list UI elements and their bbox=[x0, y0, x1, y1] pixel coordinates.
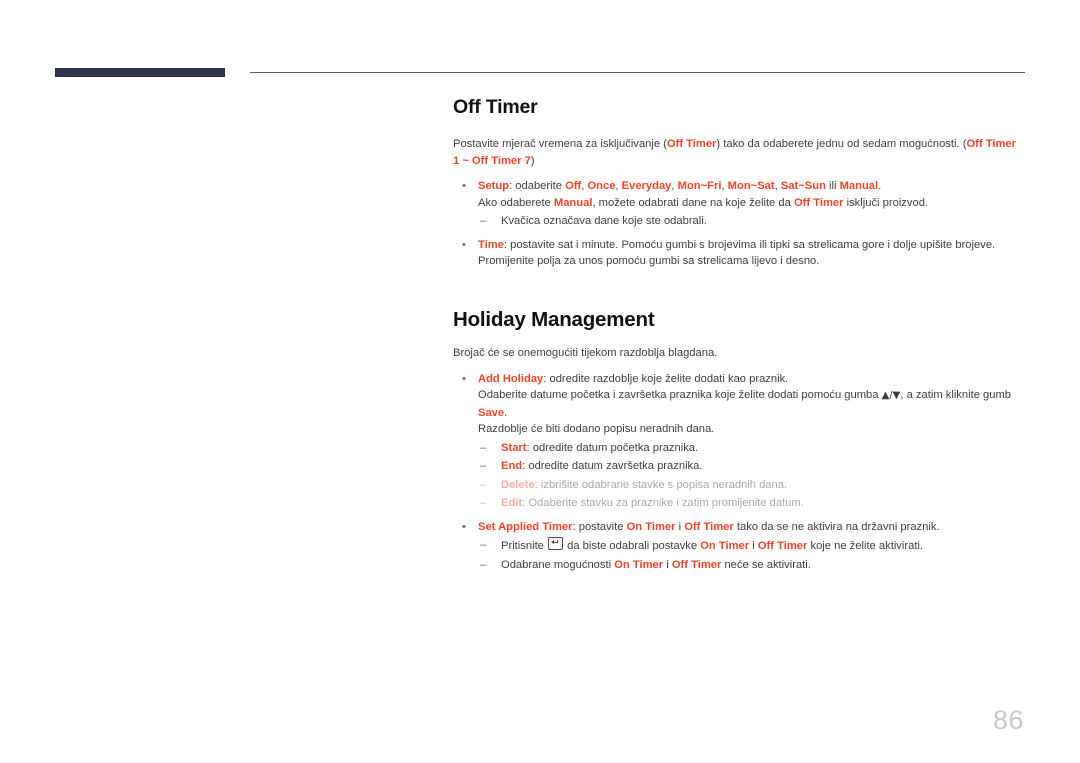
setup-label: Setup bbox=[478, 180, 510, 193]
selected-options-text-3: neće se aktivirati. bbox=[721, 558, 811, 571]
add-holiday-line-2: Odaberite datume početka i završetka pra… bbox=[478, 387, 1025, 421]
dash-bullet-icon: – bbox=[480, 460, 487, 473]
end-text: : odredite datum završetka praznika. bbox=[522, 460, 703, 473]
add-holiday-line2-text-3: . bbox=[504, 406, 508, 419]
bullet-dot-icon: • bbox=[462, 180, 466, 193]
dash-bullet-icon: – bbox=[480, 558, 487, 571]
page-content: Off Timer Postavite mjerač vremena za is… bbox=[453, 96, 1025, 573]
intro-text-2: ) tako da odaberete jednu od sedam moguć… bbox=[716, 138, 967, 151]
selected-options-accent-on-timer: On Timer bbox=[614, 558, 664, 571]
header-divider-line bbox=[250, 72, 1025, 73]
holiday-intro-paragraph: Brojač će se onemogućiti tijekom razdobl… bbox=[453, 347, 718, 360]
off-timer-intro-paragraph: Postavite mjerač vremena za isključivanj… bbox=[453, 136, 1025, 169]
bullet-dot-icon: • bbox=[462, 238, 466, 251]
add-holiday-accent-save: Save bbox=[478, 406, 505, 419]
setup-option-manual: Manual bbox=[839, 180, 879, 193]
end-label: End bbox=[501, 460, 523, 473]
time-label: Time bbox=[478, 238, 504, 251]
edit-label: Edit bbox=[501, 497, 523, 510]
dash-bullet-icon: – bbox=[480, 215, 487, 228]
list-item-end: – End: odredite datum završetka praznika… bbox=[478, 458, 1025, 475]
setup-line2-accent-off-timer: Off Timer bbox=[793, 196, 844, 209]
start-text: : odredite datum početka praznika. bbox=[526, 441, 699, 454]
off-timer-option-list: • Setup: odaberite Off, Once, Everyday, … bbox=[453, 178, 1025, 270]
dash-bullet-icon: – bbox=[480, 497, 487, 510]
list-item-setup: • Setup: odaberite Off, Once, Everyday, … bbox=[453, 178, 1025, 230]
dash-bullet-icon: – bbox=[480, 441, 487, 454]
setup-option-mon-fri: Mon~Fri bbox=[677, 180, 722, 193]
header-accent-bar bbox=[55, 68, 225, 77]
set-applied-accent-off-timer: Off Timer bbox=[684, 520, 734, 533]
time-text: : postavite sat i minute. Pomoću gumbi s… bbox=[478, 238, 996, 268]
set-applied-accent-on-timer: On Timer bbox=[626, 520, 676, 533]
setup-option-mon-sat: Mon~Sat bbox=[727, 180, 775, 193]
setup-option-sat-sun: Sat~Sun bbox=[780, 180, 826, 193]
add-holiday-line2-text-2: , a zatim kliknite gumb bbox=[900, 389, 1012, 402]
press-enter-text-4: koje ne želite aktivirati. bbox=[807, 540, 924, 553]
set-applied-timer-text-3: tako da se ne aktivira na državni prazni… bbox=[733, 520, 940, 533]
list-item-edit: – Edit: Odaberite stavku za praznike i z… bbox=[478, 495, 1025, 512]
intro-text-1: Postavite mjerač vremena za isključivanj… bbox=[453, 138, 667, 151]
edit-text: : Odaberite stavku za praznike i zatim p… bbox=[522, 497, 804, 510]
press-enter-text-1: Pritisnite bbox=[501, 540, 548, 553]
setup-option-everyday: Everyday bbox=[621, 180, 672, 193]
add-holiday-sub-list: – Start: odredite datum početka praznika… bbox=[478, 440, 1025, 512]
setup-line-2: Ako odaberete Manual, možete odabrati da… bbox=[478, 195, 1025, 212]
set-applied-timer-line-1: Set Applied Timer: postavite On Timer i … bbox=[478, 519, 1025, 536]
set-applied-timer-label: Set Applied Timer bbox=[478, 520, 573, 533]
setup-line-1: Setup: odaberite Off, Once, Everyday, Mo… bbox=[478, 178, 1025, 195]
bullet-dot-icon: • bbox=[462, 372, 466, 385]
set-applied-timer-text-1: : postavite bbox=[572, 520, 627, 533]
add-holiday-label: Add Holiday bbox=[478, 372, 544, 385]
set-applied-timer-sub-list: – Pritisnite da biste odabrali postavke … bbox=[478, 537, 1025, 573]
selected-options-accent-off-timer: Off Timer bbox=[671, 558, 722, 571]
list-item-time: • Time: postavite sat i minute. Pomoću g… bbox=[453, 237, 1025, 270]
setup-line2-text-1: Ako odaberete bbox=[478, 196, 554, 209]
set-applied-timer-text-2: i bbox=[675, 520, 685, 533]
add-holiday-line2-text-1: Odaberite datume početka i završetka pra… bbox=[478, 389, 882, 402]
page-title-off-timer: Off Timer bbox=[453, 96, 538, 118]
intro-accent-off-timer: Off Timer bbox=[666, 138, 717, 151]
setup-text-1: : odaberite bbox=[509, 180, 566, 193]
list-item-start: – Start: odredite datum početka praznika… bbox=[478, 440, 1025, 457]
setup-line2-text-3: isključi proizvod. bbox=[843, 196, 929, 209]
add-holiday-line-3: Razdoblje će biti dodano popisu neradnih… bbox=[478, 423, 715, 436]
page-title-holiday-management: Holiday Management bbox=[453, 307, 655, 331]
setup-line2-text-2: , možete odabrati dane na koje želite da bbox=[592, 196, 794, 209]
add-holiday-text-1: : odredite razdoblje koje želite dodati … bbox=[543, 372, 789, 385]
selected-options-text-2: i bbox=[663, 558, 672, 571]
list-item-set-applied-timer: • Set Applied Timer: postavite On Timer … bbox=[453, 519, 1025, 574]
dash-bullet-icon: – bbox=[480, 539, 487, 552]
selected-options-text-1: Odabrane mogućnosti bbox=[501, 558, 615, 571]
setup-sub-list: – Kvačica označava dane koje ste odabral… bbox=[478, 213, 1025, 230]
setup-note-text: Kvačica označava dane koje ste odabrali. bbox=[501, 215, 707, 228]
up-down-arrow-icon: ▲/▼ bbox=[881, 390, 901, 402]
setup-option-once: Once bbox=[587, 180, 616, 193]
intro-text-3: ) bbox=[530, 154, 535, 167]
add-holiday-line-1: Add Holiday: odredite razdoblje koje žel… bbox=[478, 371, 1025, 388]
dash-bullet-icon: – bbox=[480, 478, 487, 491]
holiday-option-list: • Add Holiday: odredite razdoblje koje ž… bbox=[453, 371, 1025, 574]
list-item-setup-note: – Kvačica označava dane koje ste odabral… bbox=[478, 213, 1025, 230]
delete-label: Delete bbox=[501, 478, 535, 491]
page-number: 86 bbox=[992, 705, 1024, 735]
setup-line2-accent-manual: Manual bbox=[553, 196, 593, 209]
setup-option-off: Off bbox=[565, 180, 582, 193]
start-label: Start bbox=[501, 441, 527, 454]
press-enter-accent-on-timer: On Timer bbox=[700, 540, 750, 553]
list-item-press-enter: – Pritisnite da biste odabrali postavke … bbox=[478, 537, 1025, 555]
list-item-delete: – Delete: izbrišite odabrane stavke s po… bbox=[478, 477, 1025, 494]
list-item-selected-options: – Odabrane mogućnosti On Timer i Off Tim… bbox=[478, 557, 1025, 574]
press-enter-accent-off-timer: Off Timer bbox=[757, 540, 808, 553]
delete-text: : izbrišite odabrane stavke s popisa ner… bbox=[534, 478, 788, 491]
bullet-dot-icon: • bbox=[462, 520, 466, 533]
press-enter-text-2: da biste odabrali postavke bbox=[564, 540, 701, 553]
enter-key-icon bbox=[548, 537, 564, 551]
list-item-add-holiday: • Add Holiday: odredite razdoblje koje ž… bbox=[453, 371, 1025, 512]
setup-text-2: . bbox=[878, 180, 882, 193]
press-enter-text-3: i bbox=[749, 540, 758, 553]
setup-sep-6: ili bbox=[825, 180, 840, 193]
